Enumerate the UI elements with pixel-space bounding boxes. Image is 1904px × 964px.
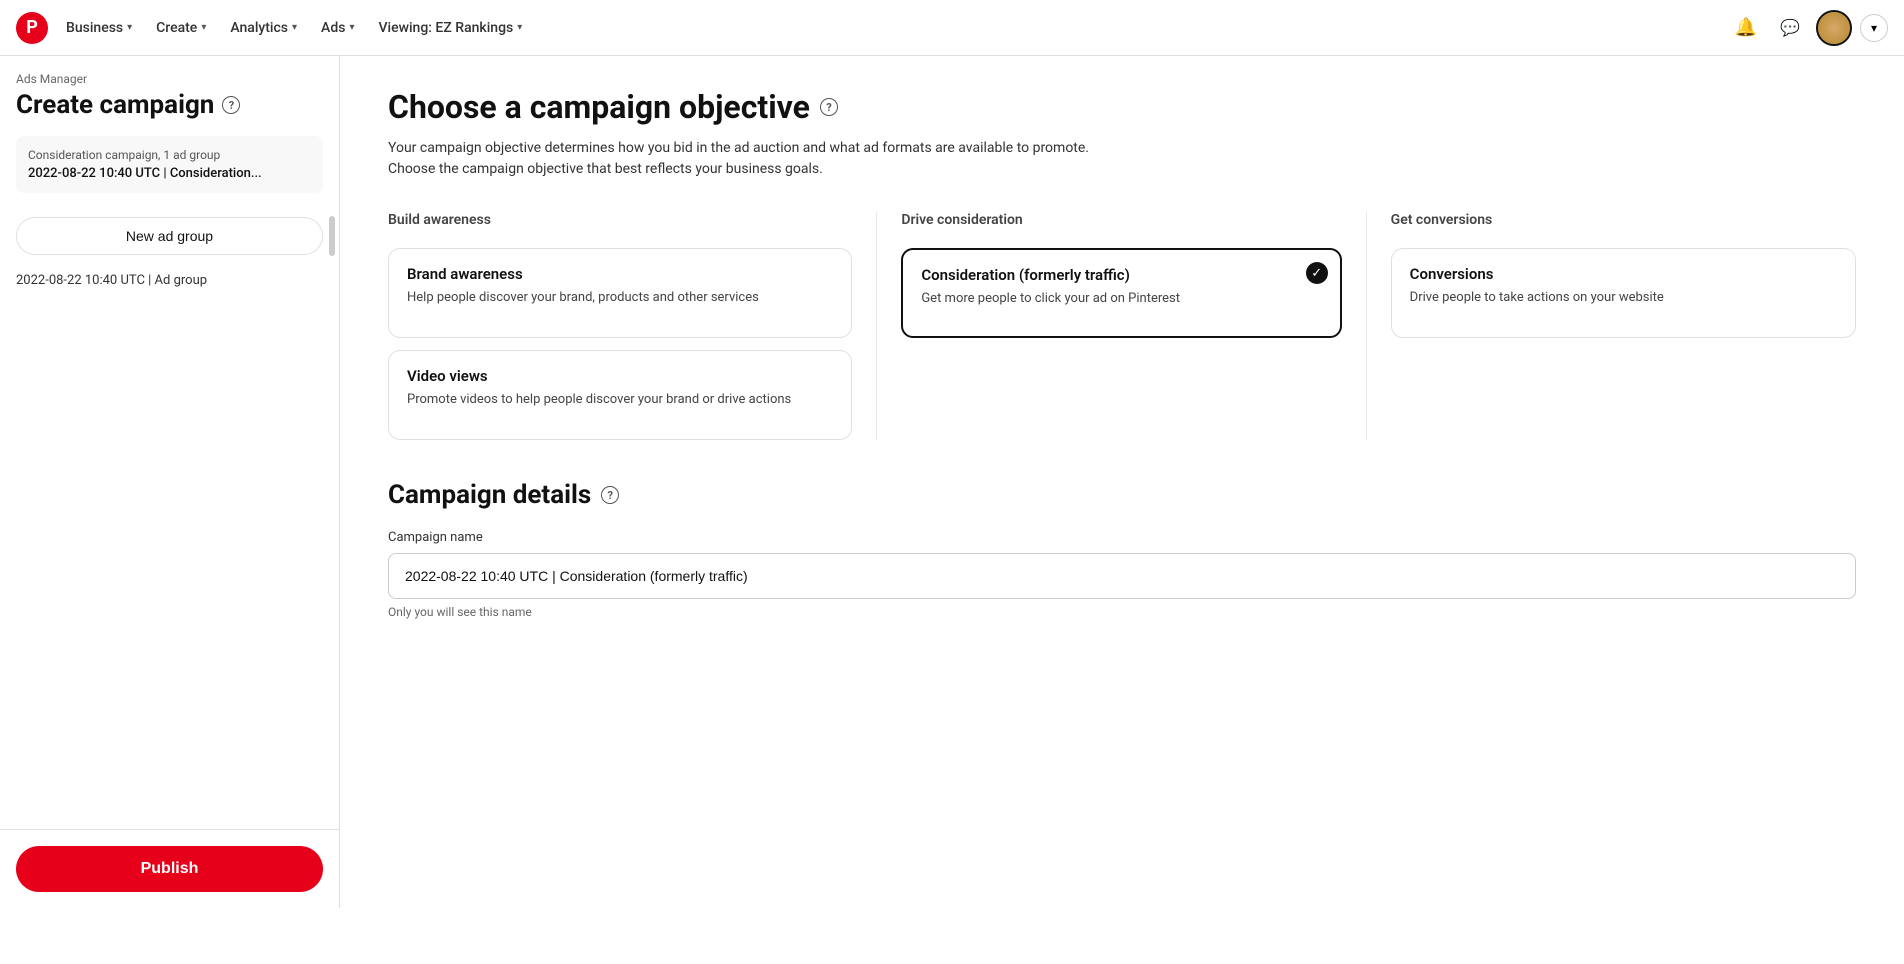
column-header-drive-consideration: Drive consideration: [901, 212, 1341, 236]
column-header-get-conversions: Get conversions: [1391, 212, 1856, 236]
publish-button[interactable]: Publish: [16, 846, 323, 892]
sidebar: Ads Manager Create campaign ? Considerat…: [0, 56, 340, 908]
consideration-cards: ✓ Consideration (formerly traffic) Get m…: [901, 248, 1341, 338]
create-label: Create: [156, 20, 197, 36]
page-title: Choose a campaign objective ?: [388, 88, 1856, 126]
subtitle: Your campaign objective determines how y…: [388, 138, 1856, 180]
card-brand-awareness[interactable]: Brand awareness Help people discover you…: [388, 248, 852, 338]
card-consideration-title: Consideration (formerly traffic): [921, 266, 1321, 284]
campaign-details-title: Campaign details ?: [388, 480, 1856, 510]
conversions-cards: Conversions Drive people to take actions…: [1391, 248, 1856, 338]
card-video-views-title: Video views: [407, 367, 833, 385]
campaign-meta: Consideration campaign, 1 ad group: [28, 148, 311, 162]
nav-item-business[interactable]: Business ▾: [56, 14, 142, 42]
nav-item-create[interactable]: Create ▾: [146, 14, 216, 42]
pinterest-logo[interactable]: P: [16, 12, 48, 44]
card-consideration[interactable]: ✓ Consideration (formerly traffic) Get m…: [901, 248, 1341, 338]
ads-chevron: ▾: [349, 22, 354, 33]
main-content: Choose a campaign objective ? Your campa…: [340, 56, 1904, 908]
column-get-conversions: Get conversions Conversions Drive people…: [1367, 212, 1856, 440]
subtitle-line1: Your campaign objective determines how y…: [388, 140, 1089, 156]
avatar-image: [1818, 12, 1850, 44]
column-header-build-awareness: Build awareness: [388, 212, 852, 236]
card-brand-awareness-title: Brand awareness: [407, 265, 833, 283]
user-avatar[interactable]: [1816, 10, 1852, 46]
nav-items: Business ▾ Create ▾ Analytics ▾ Ads ▾ Vi…: [56, 14, 1728, 42]
objectives-section: Build awareness Brand awareness Help peo…: [388, 212, 1856, 440]
campaign-name-input[interactable]: [388, 553, 1856, 599]
ad-group-item: 2022-08-22 10:40 UTC | Ad group: [16, 267, 323, 294]
card-conversions-title: Conversions: [1410, 265, 1837, 283]
selected-check-icon: ✓: [1306, 262, 1328, 284]
sidebar-breadcrumb: Ads Manager: [16, 72, 323, 86]
subtitle-line2: Choose the campaign objective that best …: [388, 161, 823, 177]
analytics-chevron: ▾: [292, 22, 297, 33]
viewing-chevron: ▾: [517, 22, 522, 33]
campaign-name-hint: Only you will see this name: [388, 605, 1856, 619]
campaign-details-help-icon[interactable]: ?: [601, 486, 619, 504]
notifications-button[interactable]: 🔔: [1728, 10, 1764, 46]
campaign-name-label: Campaign name: [388, 530, 1856, 545]
nav-right: 🔔 💬 ▾: [1728, 10, 1888, 46]
card-conversions-desc: Drive people to take actions on your web…: [1410, 289, 1837, 307]
sidebar-scrollbar[interactable]: [329, 216, 335, 256]
ads-label: Ads: [321, 20, 345, 36]
nav-item-analytics[interactable]: Analytics ▾: [220, 14, 307, 42]
campaign-details-section: Campaign details ? Campaign name Only yo…: [388, 480, 1856, 619]
card-video-views-desc: Promote videos to help people discover y…: [407, 391, 833, 409]
campaign-date: 2022-08-22 10:40 UTC | Consideration...: [28, 166, 311, 181]
main-layout: Ads Manager Create campaign ? Considerat…: [0, 56, 1904, 908]
page-help-icon[interactable]: ?: [820, 98, 838, 116]
column-drive-consideration: Drive consideration ✓ Consideration (for…: [877, 212, 1366, 440]
messages-button[interactable]: 💬: [1772, 10, 1808, 46]
card-consideration-desc: Get more people to click your ad on Pint…: [921, 290, 1321, 308]
awareness-cards: Brand awareness Help people discover you…: [388, 248, 852, 440]
sidebar-title: Create campaign ?: [16, 90, 323, 120]
column-build-awareness: Build awareness Brand awareness Help peo…: [388, 212, 877, 440]
page-title-text: Choose a campaign objective: [388, 88, 810, 126]
sidebar-scroll: Ads Manager Create campaign ? Considerat…: [0, 56, 339, 829]
campaign-details-title-text: Campaign details: [388, 480, 591, 510]
card-conversions[interactable]: Conversions Drive people to take actions…: [1391, 248, 1856, 338]
business-label: Business: [66, 20, 123, 36]
sidebar-footer: Publish: [0, 829, 339, 908]
viewing-label: Viewing: EZ Rankings: [378, 20, 513, 36]
card-brand-awareness-desc: Help people discover your brand, product…: [407, 289, 833, 307]
sidebar-title-text: Create campaign: [16, 90, 214, 120]
nav-item-viewing[interactable]: Viewing: EZ Rankings ▾: [368, 14, 532, 42]
card-video-views[interactable]: Video views Promote videos to help peopl…: [388, 350, 852, 440]
business-chevron: ▾: [127, 22, 132, 33]
expand-button[interactable]: ▾: [1860, 14, 1888, 42]
campaign-summary: Consideration campaign, 1 ad group 2022-…: [16, 136, 323, 193]
top-nav: P Business ▾ Create ▾ Analytics ▾ Ads ▾ …: [0, 0, 1904, 56]
nav-item-ads[interactable]: Ads ▾: [311, 14, 364, 42]
sidebar-help-icon[interactable]: ?: [222, 96, 240, 114]
objectives-grid: Build awareness Brand awareness Help peo…: [388, 212, 1856, 440]
analytics-label: Analytics: [230, 20, 288, 36]
create-chevron: ▾: [201, 22, 206, 33]
new-ad-group-button[interactable]: New ad group: [16, 217, 323, 255]
